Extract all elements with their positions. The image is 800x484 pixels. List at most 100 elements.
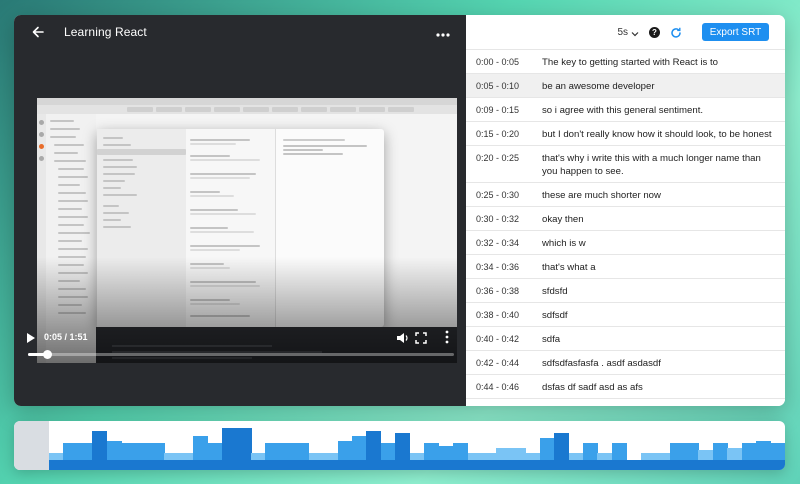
help-icon[interactable]: ? [649,26,660,38]
waveform-bar-low [453,460,468,470]
subtitle-text[interactable]: which is w [542,237,774,250]
waveform-bar-low [380,460,396,470]
subtitle-row[interactable]: 0:25 - 0:30 these are much shorter now [466,182,785,206]
subtitle-row[interactable]: 0:20 - 0:25 that's why i write this with … [466,145,785,182]
waveform-bar-low [712,460,728,470]
subtitles-toolbar: 5s ? Export SRT [466,15,785,49]
chevron-down-icon [631,29,639,37]
subtitle-row[interactable]: 0:32 - 0:34 which is w [466,230,785,254]
subtitle-text[interactable]: these are much shorter now [542,189,774,202]
subtitle-text[interactable]: sfdsfd [542,285,774,298]
waveform-bar-low [251,460,266,470]
waveform-bar-low [510,460,526,470]
subtitle-time: 0:25 - 0:30 [476,190,520,200]
subtitle-row[interactable]: 0:40 - 0:42 sdfa [466,326,785,350]
progress-bar[interactable] [28,350,454,359]
more-vertical-icon[interactable] [445,330,449,344]
subtitle-time: 0:40 - 0:42 [476,334,520,344]
subtitle-row[interactable]: 0:09 - 0:15 so i agree with this general … [466,97,785,121]
waveform-bar-low [395,460,411,470]
waveform-bar-low [279,460,295,470]
subtitle-text[interactable]: The key to getting started with React is… [542,56,774,69]
subtitle-row[interactable]: 0:44 - 0:46 dsfas df sadf asd as afs [466,374,785,398]
waveform-bar-low [756,460,772,470]
subtitle-text[interactable]: so i agree with this general sentiment. [542,104,774,117]
subtitle-time: 0:30 - 0:32 [476,214,520,224]
waveform-bar-low [77,460,93,470]
waveform-bar-low [49,460,64,470]
video-gradient-overlay [37,98,457,363]
refresh-icon[interactable] [670,26,682,38]
waveform-bar-low [626,460,642,470]
play-icon[interactable] [26,331,38,345]
waveform-bar-low [611,460,627,470]
waveform-bar-low [539,460,555,470]
subtitle-time: 0:42 - 0:44 [476,358,520,368]
subtitle-time: 0:05 - 0:10 [476,81,520,91]
waveform-bar-low [294,460,310,470]
waveform-bar-low [640,460,656,470]
waveform-bar-low [63,460,79,470]
subtitle-text[interactable]: that's why i write this with a much long… [542,152,774,178]
audio-waveform[interactable] [14,421,785,470]
interval-value: 5s [617,26,628,38]
waveform-bar-low [481,460,497,470]
waveform-bar-low [337,460,353,470]
waveform-bar-low [236,460,252,470]
subtitle-time: 0:44 - 0:46 [476,382,520,392]
subtitle-text[interactable]: sdfsdfasfasfa . asdf asdasdf [542,357,774,370]
subtitle-time: 0:46 - 0:48 [476,405,534,406]
more-horizontal-icon[interactable] [436,24,450,40]
waveform-bar-low [496,460,512,470]
subtitle-text[interactable]: sdfa [542,333,774,346]
subtitle-time: 0:32 - 0:34 [476,238,520,248]
export-srt-button[interactable]: Export SRT [702,23,769,41]
waveform-bar-low [568,460,584,470]
waveform-bar-low [698,460,714,470]
video-player: Learning React 0:05 / 1:51 [14,15,466,406]
subtitle-row[interactable]: 0:15 - 0:20 but I don't really know how i… [466,121,785,145]
subtitle-row[interactable]: 0:00 - 0:05 The key to getting started wi… [466,49,785,73]
subtitle-row[interactable]: 0:05 - 0:10 be an awesome developer [466,73,785,97]
back-arrow-icon[interactable] [32,23,50,41]
subtitle-row[interactable]: 0:42 - 0:44 sdfsdfasfasfa . asdf asdasdf [466,350,785,374]
subtitle-row[interactable]: 0:38 - 0:40 sdfsdf [466,302,785,326]
subtitle-text[interactable]: that's what a [542,261,774,274]
waveform-bar-low [207,460,223,470]
player-header: Learning React [14,15,466,49]
subtitle-text[interactable]: okay then [542,213,774,226]
waveform-bar-low [554,460,570,470]
waveform-bar-low [770,460,785,470]
waveform-bar-low [135,460,151,470]
subtitles-list: 0:00 - 0:05 The key to getting started wi… [466,49,785,406]
subtitle-row[interactable]: 0:36 - 0:38 sfdsfd [466,278,785,302]
subtitle-text[interactable]: sdfsdf [542,309,774,322]
subtitle-text[interactable]: dsfdfs a [542,405,774,406]
fullscreen-icon[interactable] [415,331,427,344]
subtitle-time: 0:38 - 0:40 [476,310,520,320]
waveform-bar-low [308,460,324,470]
interval-select[interactable]: 5s [617,27,639,38]
subtitle-text[interactable]: but I don't really know how it should lo… [542,128,774,141]
waveform-bar-low [323,460,339,470]
waveform-bar-low [582,460,598,470]
subtitle-time: 0:09 - 0:15 [476,105,520,115]
subtitle-row[interactable]: 0:30 - 0:32 okay then [466,206,785,230]
subtitle-row[interactable]: 0:34 - 0:36 that's what a [466,254,785,278]
waveform-bar-low [164,460,180,470]
waveform-bar-low [265,460,281,470]
subtitle-row[interactable]: 0:46 - 0:48 dsfdfs a [466,398,785,406]
subtitle-time: 0:20 - 0:25 [476,153,520,163]
video-frame[interactable] [37,98,457,363]
subtitle-text[interactable]: be an awesome developer [542,80,774,93]
subtitle-time: 0:34 - 0:36 [476,262,520,272]
waveform-bar-low [121,460,137,470]
subtitles-panel: 5s ? Export SRT 0:00 - 0:05 The key to ge… [466,15,785,406]
waveform-bar-low [150,460,165,470]
waveform-bar-low [597,460,613,470]
subtitle-text[interactable]: dsfas df sadf asd as afs [542,381,774,394]
volume-icon[interactable] [396,331,410,345]
waveform-bar-low [669,460,685,470]
waveform-bar-low [106,460,122,470]
waveform-bar-low [438,460,454,470]
